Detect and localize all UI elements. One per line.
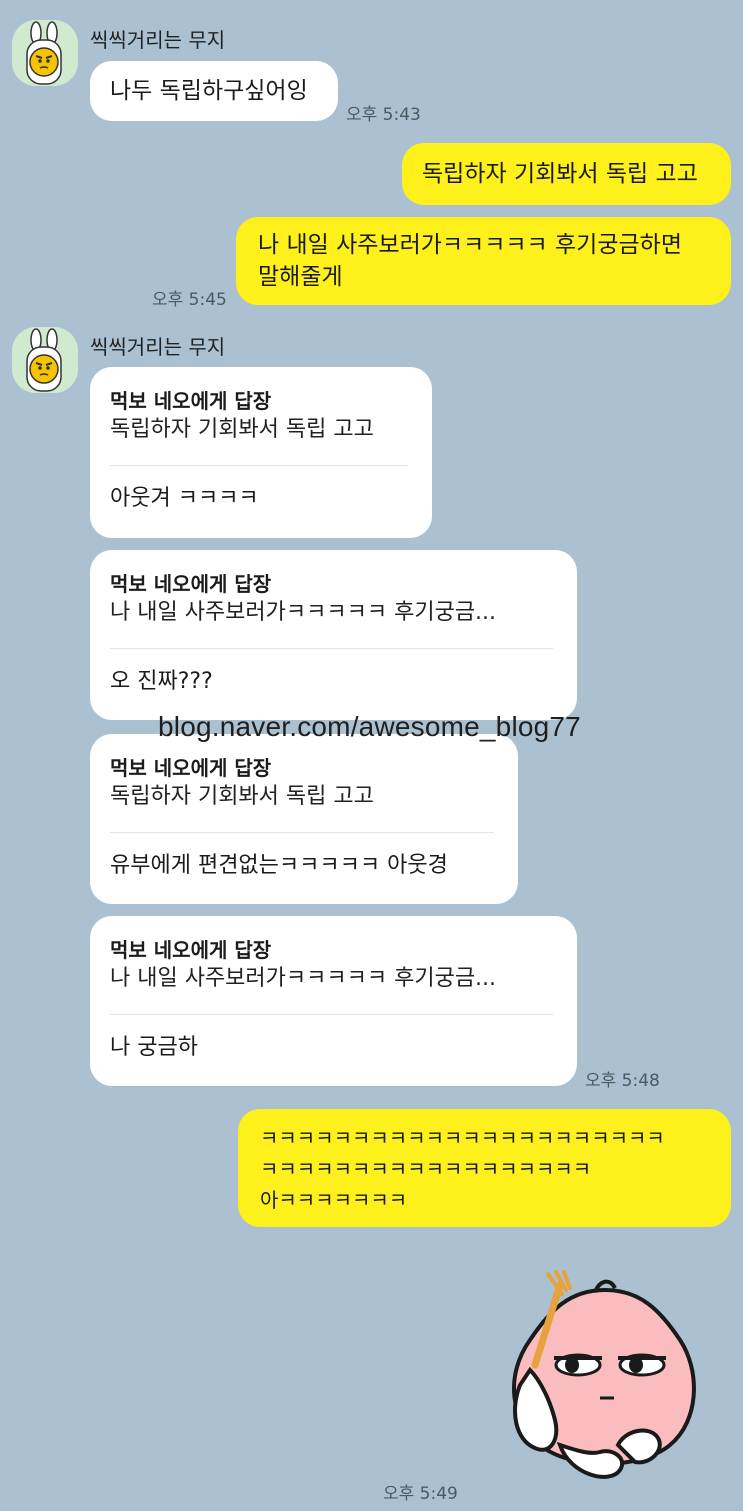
- message-line: ㅋㅋㅋㅋㅋㅋㅋㅋㅋㅋㅋㅋㅋㅋㅋㅋㅋㅋㅋㅋㅋㅋ: [260, 1126, 665, 1150]
- message-timestamp: 오후 5:45: [152, 290, 227, 310]
- outgoing-message-bubble[interactable]: 나 내일 사주보러가ㅋㅋㅋㅋㅋ 후기궁금하면 말해줄게: [236, 217, 731, 305]
- reply-quoted-text: 독립하자 기회봐서 독립 고고: [110, 417, 374, 442]
- reply-message-bubble[interactable]: 먹보 네오에게 답장 나 내일 사주보러가ㅋㅋㅋㅋㅋ 후기궁금... 오 진짜?…: [90, 550, 577, 720]
- reply-divider: [110, 648, 553, 649]
- reply-message-bubble[interactable]: 먹보 네오에게 답장 나 내일 사주보러가ㅋㅋㅋㅋㅋ 후기궁금... 나 궁금하: [90, 916, 577, 1086]
- reply-text: 아웃겨 ㅋㅋㅋㅋ: [110, 486, 259, 511]
- apeach-sticker[interactable]: [500, 1270, 710, 1490]
- muzi-avatar-icon: [12, 20, 78, 86]
- reply-message-bubble[interactable]: 먹보 네오에게 답장 독립하자 기회봐서 독립 고고 아웃겨 ㅋㅋㅋㅋ: [90, 367, 432, 538]
- message-timestamp: 오후 5:43: [346, 105, 421, 125]
- sender-avatar[interactable]: [12, 20, 78, 86]
- reply-text: 나 궁금하: [110, 1035, 198, 1060]
- muzi-avatar-icon: [12, 327, 78, 393]
- outgoing-message-bubble[interactable]: 독립하자 기회봐서 독립 고고: [402, 143, 731, 205]
- reply-quoted-text: 나 내일 사주보러가ㅋㅋㅋㅋㅋ 후기궁금...: [110, 966, 497, 991]
- reply-divider: [110, 1014, 553, 1015]
- message-line: 아ㅋㅋㅋㅋㅋㅋㅋ: [260, 1188, 408, 1212]
- blog-watermark: blog.naver.com/awesome_blog77: [158, 711, 581, 742]
- reply-text: 오 진짜???: [110, 669, 213, 694]
- reply-header: 먹보 네오에게 답장: [110, 389, 272, 413]
- message-timestamp: 오후 5:48: [585, 1071, 660, 1091]
- reply-header: 먹보 네오에게 답장: [110, 572, 272, 596]
- reply-quoted-text: 나 내일 사주보러가ㅋㅋㅋㅋㅋ 후기궁금...: [110, 600, 497, 625]
- reply-quoted-text: 독립하자 기회봐서 독립 고고: [110, 784, 374, 809]
- message-line: 나 내일 사주보러가ㅋㅋㅋㅋㅋ 후기궁금하면: [258, 232, 682, 258]
- incoming-message-bubble[interactable]: 나두 독립하구싶어잉: [90, 61, 338, 121]
- sender-name: 씩씩거리는 무지: [90, 28, 226, 52]
- reply-message-bubble[interactable]: 먹보 네오에게 답장 독립하자 기회봐서 독립 고고 유부에게 편견없는ㅋㅋㅋㅋ…: [90, 734, 518, 904]
- reply-divider: [110, 832, 494, 833]
- reply-header: 먹보 네오에게 답장: [110, 938, 272, 962]
- outgoing-message-bubble[interactable]: ㅋㅋㅋㅋㅋㅋㅋㅋㅋㅋㅋㅋㅋㅋㅋㅋㅋㅋㅋㅋㅋㅋ ㅋㅋㅋㅋㅋㅋㅋㅋㅋㅋㅋㅋㅋㅋㅋㅋㅋ…: [238, 1109, 731, 1227]
- reply-divider: [110, 465, 408, 466]
- sender-avatar[interactable]: [12, 327, 78, 393]
- reply-header: 먹보 네오에게 답장: [110, 756, 272, 780]
- message-line: 말해줄게: [258, 264, 343, 290]
- message-timestamp: 오후 5:49: [383, 1484, 458, 1504]
- apeach-sticker-icon: [512, 1270, 696, 1479]
- message-line: ㅋㅋㅋㅋㅋㅋㅋㅋㅋㅋㅋㅋㅋㅋㅋㅋㅋㅋ: [260, 1157, 592, 1181]
- sender-name: 씩씩거리는 무지: [90, 335, 226, 359]
- reply-text: 유부에게 편견없는ㅋㅋㅋㅋㅋ 아웃경: [110, 853, 448, 878]
